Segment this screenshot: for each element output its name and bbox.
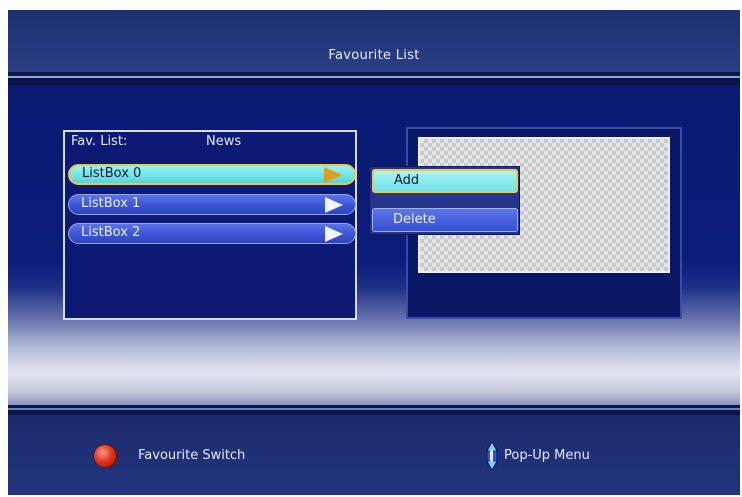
menu-item-label: Add — [394, 173, 420, 188]
header-divider-shadow — [8, 78, 740, 85]
list-item-label: ListBox 1 — [81, 196, 141, 211]
page-title: Favourite List — [328, 48, 420, 63]
header-bar: Favourite List — [8, 10, 740, 72]
list-item-label: ListBox 2 — [81, 225, 141, 240]
footer-bar: Favourite Switch Pop-Up Menu — [8, 415, 740, 495]
list-item-listbox-2[interactable]: ListBox 2 — [68, 223, 356, 244]
list-item-label: ListBox 0 — [82, 166, 142, 181]
menu-item-label: Delete — [393, 212, 436, 227]
red-circle-icon[interactable] — [94, 445, 116, 467]
favourite-list-panel: Fav. List: News ListBox 0 ListBox 1 List… — [63, 130, 357, 320]
popup-menu-hint: Pop-Up Menu — [504, 448, 590, 463]
menu-item-delete[interactable]: Delete — [372, 208, 518, 232]
popup-menu: Add Delete — [369, 166, 520, 235]
arrow-right-icon — [325, 197, 343, 213]
arrow-right-icon — [324, 167, 342, 183]
up-down-arrow-icon[interactable] — [486, 442, 498, 470]
favourite-switch-hint: Favourite Switch — [138, 448, 246, 463]
fav-list-value: News — [206, 134, 242, 149]
list-item-listbox-0[interactable]: ListBox 0 — [68, 164, 356, 185]
menu-item-add[interactable]: Add — [372, 169, 518, 193]
arrow-right-icon — [325, 226, 343, 242]
fav-list-label: Fav. List: — [71, 134, 128, 149]
list-item-listbox-1[interactable]: ListBox 1 — [68, 194, 356, 215]
tv-screen: Favourite List Fav. List: News ListBox 0… — [8, 10, 740, 495]
